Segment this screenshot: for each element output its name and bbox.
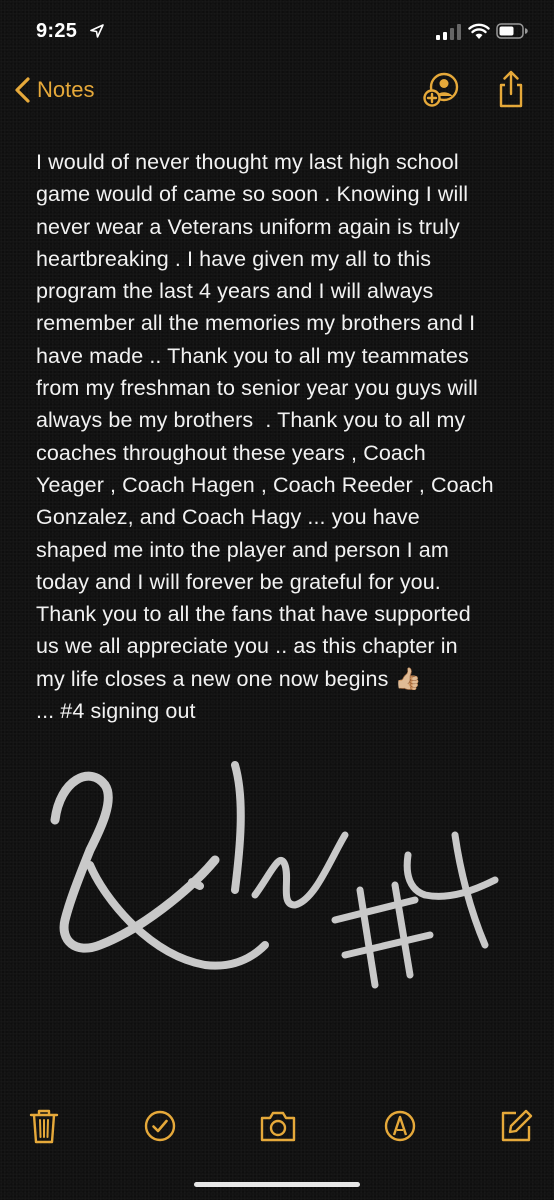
compose-icon[interactable] xyxy=(496,1106,536,1146)
chevron-left-icon xyxy=(15,77,30,103)
share-icon[interactable] xyxy=(490,68,532,110)
battery-icon xyxy=(496,23,528,39)
back-button[interactable]: Notes xyxy=(12,72,94,108)
cellular-signal-icon xyxy=(436,24,461,40)
add-person-icon[interactable] xyxy=(420,68,462,110)
status-time: 9:25 xyxy=(36,20,78,42)
handwritten-signature-drawing xyxy=(50,761,499,989)
camera-icon[interactable] xyxy=(258,1106,298,1146)
note-body-text[interactable]: I would of never thought my last high sc… xyxy=(36,146,536,727)
back-label: Notes xyxy=(37,77,95,102)
status-bar: 9:25 xyxy=(0,0,554,60)
bottom-toolbar xyxy=(0,1100,554,1150)
checklist-icon[interactable] xyxy=(140,1106,180,1146)
home-indicator xyxy=(194,1182,360,1187)
markup-pen-icon[interactable] xyxy=(380,1106,420,1146)
navigation-bar: Notes xyxy=(0,62,554,118)
location-arrow-icon xyxy=(90,24,104,38)
trash-icon[interactable] xyxy=(24,1106,64,1146)
wifi-icon xyxy=(468,23,490,39)
